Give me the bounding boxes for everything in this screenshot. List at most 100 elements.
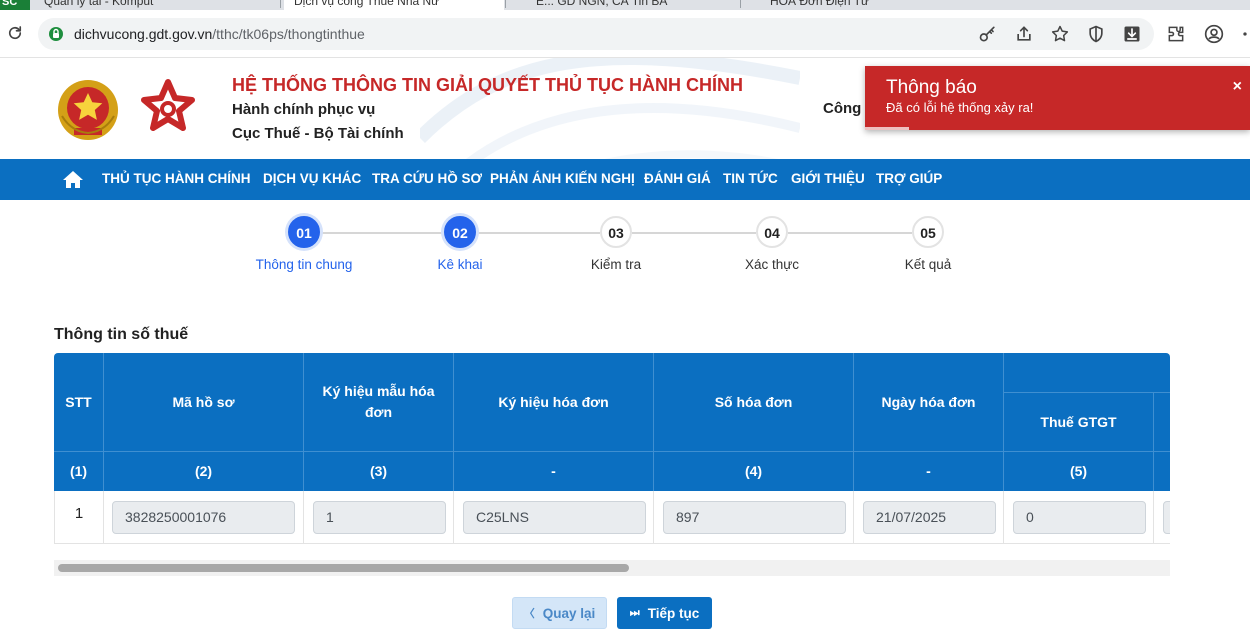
nav-item-danh-gia[interactable]: ĐÁNH GIÁ <box>644 171 711 186</box>
site-info-icon[interactable] <box>48 26 64 42</box>
col-header-ma-ho-so: Mã hồ sơ <box>104 353 304 451</box>
system-title: HỆ THỐNG THÔNG TIN GIẢI QUYẾT THỦ TỤC HÀ… <box>232 75 743 95</box>
back-button-label: Quay lại <box>542 605 596 621</box>
menu-icon[interactable] <box>1240 24 1250 44</box>
table-cell <box>1154 491 1170 544</box>
step-1-circle[interactable]: 01 <box>288 216 320 248</box>
department-logo <box>141 79 195 131</box>
step-connector <box>320 232 444 234</box>
col-header-ngay-hd: Ngày hóa đơn <box>854 353 1004 451</box>
step-connector <box>788 232 912 234</box>
code-cell <box>1154 451 1170 491</box>
step-3-circle: 03 <box>600 216 632 248</box>
code-cell: - <box>854 451 1004 491</box>
nav-item-dich-vu-khac[interactable]: DỊCH VỤ KHÁC <box>263 171 361 186</box>
step-2-label[interactable]: Kê khai <box>390 257 530 272</box>
section-title: Thông tin số thuế <box>54 326 189 343</box>
reload-icon[interactable] <box>6 24 24 42</box>
col-header-ky-hieu-mau: Ký hiệu mẫu hóa đơn <box>304 353 454 451</box>
table-row: 1 <box>54 491 104 544</box>
url-host: dichvucong.gdt.gov.vn <box>74 26 213 42</box>
agency-name: Cục Thuế - Bộ Tài chính <box>232 125 404 142</box>
home-icon[interactable] <box>62 169 84 190</box>
step-connector <box>632 232 756 234</box>
code-cell: (4) <box>654 451 854 491</box>
browser-tab[interactable]: Quản lý tài - Komput <box>44 0 264 10</box>
code-cell: (1) <box>54 451 104 491</box>
col-header-stt: STT <box>54 353 104 451</box>
header-decoration <box>420 58 800 159</box>
back-button[interactable]: 〈 Quay lại <box>512 597 607 629</box>
share-icon[interactable] <box>1014 24 1034 44</box>
table-cell: 1 <box>304 491 454 544</box>
step-1-label[interactable]: Thông tin chung <box>234 257 374 272</box>
star-icon[interactable] <box>1050 24 1070 44</box>
step-4-circle: 04 <box>756 216 788 248</box>
step-connector <box>476 232 600 234</box>
main-nav: THỦ TỤC HÀNH CHÍNH DỊCH VỤ KHÁC TRA CỨU … <box>0 159 1250 200</box>
code-cell: (3) <box>304 451 454 491</box>
tax-info-table: STT Mã hồ sơ Ký hiệu mẫu hóa đơn Ký hiệu… <box>54 353 1170 544</box>
nav-item-tra-cuu[interactable]: TRA CỨU HỒ SƠ <box>372 171 482 186</box>
table-cell: 0 <box>1004 491 1154 544</box>
nav-item-phan-anh[interactable]: PHẢN ÁNH KIẾN NGHỊ <box>490 171 635 186</box>
toast-message: Đã có lỗi hệ thống xảy ra! <box>886 100 1034 115</box>
table-cell: 897 <box>654 491 854 544</box>
code-cell: (2) <box>104 451 304 491</box>
skip-next-icon: ⏭ <box>629 606 640 619</box>
progress-stepper: 01 02 03 04 05 Thông tin chung Kê khai K… <box>0 200 1250 290</box>
browser-tab[interactable]: HOÁ Đơn Điện Tử <box>770 0 950 10</box>
browser-tab-active[interactable]: Dịch vụ công Thuế Nhà Nư <box>284 0 504 10</box>
table-cell: 3828250001076 <box>104 491 304 544</box>
continue-button[interactable]: ⏭ Tiếp tục <box>617 597 712 629</box>
thue-gtgt-field[interactable]: 0 <box>1013 501 1146 534</box>
step-3-label: Kiểm tra <box>590 257 642 272</box>
address-bar[interactable]: dichvucong.gdt.gov.vn/tthc/tk06ps/thongt… <box>38 18 1154 50</box>
col-header-ky-hieu-hd: Ký hiệu hóa đơn <box>454 353 654 451</box>
step-5-label: Kết quả <box>904 257 952 272</box>
browser-tab[interactable]: Ế... GD NGN, CÁ Tin BÁ <box>536 0 736 10</box>
tab-separator <box>505 0 506 8</box>
step-5-circle: 05 <box>912 216 944 248</box>
browser-toolbar: dichvucong.gdt.gov.vn/tthc/tk06ps/thongt… <box>0 10 1250 58</box>
continue-button-label: Tiếp tục <box>647 605 700 621</box>
tab-separator <box>280 0 281 8</box>
table-cell: 21/07/2025 <box>854 491 1004 544</box>
col-header-group <box>1004 353 1170 393</box>
horizontal-scrollbar[interactable] <box>54 560 1170 576</box>
col-header-thue-gtgt: Thuế GTGT <box>1004 393 1154 451</box>
url-path: /tthc/tk06ps/thongtinthue <box>212 26 365 42</box>
download-icon[interactable] <box>1122 24 1142 44</box>
tab-badge: SC <box>0 0 30 10</box>
tab-separator <box>740 0 741 8</box>
toast-progress-bar <box>865 127 909 130</box>
ky-hieu-hd-field[interactable]: C25LNS <box>463 501 646 534</box>
step-2-circle[interactable]: 02 <box>444 216 476 248</box>
error-toast: Thông báo Đã có lỗi hệ thống xảy ra! × <box>865 66 1250 130</box>
ngay-hd-field[interactable]: 21/07/2025 <box>863 501 996 534</box>
next-column-field[interactable] <box>1163 501 1170 534</box>
so-hd-field[interactable]: 897 <box>663 501 846 534</box>
step-4-label: Xác thực <box>744 257 800 272</box>
system-subtitle: Hành chính phục vụ <box>232 101 376 118</box>
nav-item-tro-giup[interactable]: TRỢ GIÚP <box>876 171 942 186</box>
nav-item-tin-tuc[interactable]: TIN TỨC <box>723 171 778 186</box>
nav-item-thu-tuc[interactable]: THỦ TỤC HÀNH CHÍNH <box>102 171 251 186</box>
chevron-left-icon: 〈 <box>523 608 535 620</box>
shield-icon[interactable] <box>1086 24 1106 44</box>
url-text: dichvucong.gdt.gov.vn/tthc/tk06ps/thongt… <box>74 26 365 42</box>
extensions-icon[interactable] <box>1166 24 1186 44</box>
key-icon[interactable] <box>978 24 998 44</box>
nav-item-gioi-thieu[interactable]: GIỚI THIỆU <box>791 171 865 186</box>
col-header-so-hd: Số hóa đơn <box>654 353 854 451</box>
national-emblem-logo <box>58 80 118 140</box>
table-cell: C25LNS <box>454 491 654 544</box>
ma-ho-so-field[interactable]: 3828250001076 <box>112 501 295 534</box>
code-cell: - <box>454 451 654 491</box>
browser-tab-strip: SC Quản lý tài - Komput Dịch vụ công Thu… <box>0 0 1250 10</box>
toast-title: Thông báo <box>886 77 977 98</box>
scrollbar-thumb[interactable] <box>58 564 629 572</box>
profile-icon[interactable] <box>1204 24 1224 44</box>
ky-hieu-mau-field[interactable]: 1 <box>313 501 446 534</box>
toast-close-button[interactable]: × <box>1233 78 1242 96</box>
